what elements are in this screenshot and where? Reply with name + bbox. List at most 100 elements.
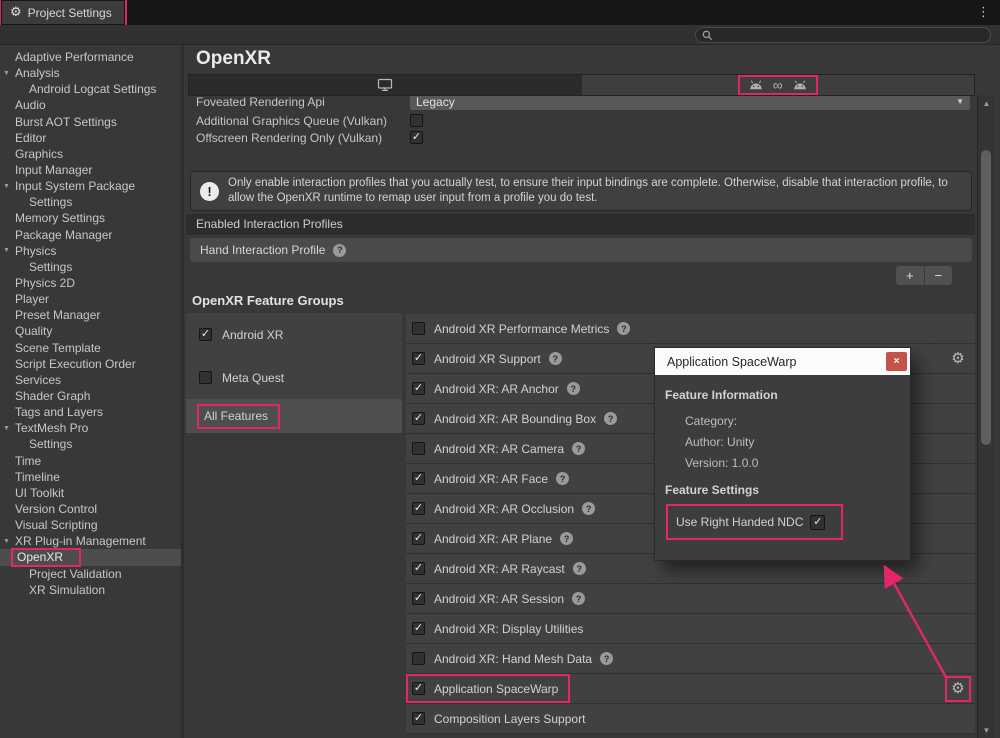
kebab-menu-icon[interactable]: ⋮ xyxy=(977,4,990,20)
feature-settings-button[interactable]: ⚙ xyxy=(945,346,971,372)
sidebar-item[interactable]: ▼ Analysis xyxy=(0,65,181,81)
sidebar-item[interactable]: ▼ Settings xyxy=(0,436,181,452)
feature-checkbox[interactable]: ✓ xyxy=(412,412,425,425)
feature-popup-title: Application SpaceWarp xyxy=(667,355,796,369)
help-icon[interactable]: ? xyxy=(560,532,573,545)
feature-row[interactable]: ✓ Android XR: Hand Mesh Data ? ⚙ xyxy=(406,644,975,674)
help-icon[interactable]: ? xyxy=(600,652,613,665)
sidebar-item[interactable]: ▼ Visual Scripting xyxy=(0,517,181,533)
sidebar-item[interactable]: ▼ Settings xyxy=(0,259,181,275)
feature-checkbox[interactable]: ✓ xyxy=(412,652,425,665)
help-icon[interactable]: ? xyxy=(573,562,586,575)
sidebar-item[interactable]: ▼ Input Manager xyxy=(0,162,181,178)
sidebar-item[interactable]: ▼ Settings xyxy=(0,194,181,210)
sidebar-item[interactable]: ▼ Tags and Layers xyxy=(0,404,181,420)
hand-interaction-profile-row[interactable]: Hand Interaction Profile ? xyxy=(190,238,972,262)
feature-row[interactable]: ✓ Android XR: Display Utilities ? ⚙ xyxy=(406,614,975,644)
help-icon[interactable]: ? xyxy=(333,244,346,257)
sidebar-item[interactable]: ▼ Preset Manager xyxy=(0,307,181,323)
help-icon[interactable]: ? xyxy=(617,322,630,335)
sidebar-item[interactable]: ▼ Physics 2D xyxy=(0,275,181,291)
sidebar-item[interactable]: ▼ Physics xyxy=(0,243,181,259)
project-settings-tab[interactable]: ⚙ Project Settings xyxy=(2,1,124,24)
sidebar-item[interactable]: ▼ Quality xyxy=(0,323,181,339)
help-icon[interactable]: ? xyxy=(556,472,569,485)
use-right-handed-ndc-checkbox[interactable]: ✓ xyxy=(810,515,825,530)
sidebar-item[interactable]: ▼ TextMesh Pro xyxy=(0,420,181,436)
scrollbar-thumb[interactable] xyxy=(981,150,991,445)
feature-checkbox[interactable]: ✓ xyxy=(412,352,425,365)
feature-row[interactable]: ✓ Application SpaceWarp ? ⚙ xyxy=(406,674,975,704)
feature-group-row[interactable]: ✓ All Features xyxy=(186,399,402,433)
sidebar-item[interactable]: ▼ Time xyxy=(0,453,181,469)
tab-android-xr[interactable]: ∞ xyxy=(582,75,975,95)
sidebar-item[interactable]: ▼ UI Toolkit xyxy=(0,485,181,501)
feature-row[interactable]: ✓ Android XR: AR Session ? ⚙ xyxy=(406,584,975,614)
help-icon[interactable]: ? xyxy=(582,502,595,515)
expander-icon[interactable]: ▼ xyxy=(3,538,15,545)
sidebar-item[interactable]: ▼ Project Validation xyxy=(0,566,181,582)
feature-checkbox[interactable]: ✓ xyxy=(412,712,425,725)
feature-row[interactable]: ✓ Composition Layers Support ? ⚙ xyxy=(406,704,975,734)
feature-settings-button[interactable]: ⚙ xyxy=(945,676,971,702)
feature-checkbox[interactable]: ✓ xyxy=(412,382,425,395)
sidebar-item[interactable]: ▼ Audio xyxy=(0,97,181,113)
feature-checkbox[interactable]: ✓ xyxy=(412,682,425,695)
sidebar-item[interactable]: ▼ Services xyxy=(0,372,181,388)
sidebar-item[interactable]: ▼ Shader Graph xyxy=(0,388,181,404)
check-icon: ✓ xyxy=(412,132,421,143)
close-button[interactable]: × xyxy=(886,352,907,371)
sidebar-item-label: Project Validation xyxy=(15,567,122,581)
scroll-down-icon[interactable]: ▼ xyxy=(978,724,995,736)
feature-checkbox[interactable]: ✓ xyxy=(412,322,425,335)
feature-checkbox[interactable]: ✓ xyxy=(412,502,425,515)
feature-checkbox[interactable]: ✓ xyxy=(412,592,425,605)
sidebar-item[interactable]: ▼ XR Plug-in Management xyxy=(0,533,181,549)
feature-author: Author: Unity xyxy=(685,435,754,449)
help-icon[interactable]: ? xyxy=(549,352,562,365)
sidebar-item[interactable]: ▼ Adaptive Performance xyxy=(0,49,181,65)
feature-row[interactable]: ✓ Android XR Performance Metrics ? ⚙ xyxy=(406,314,975,344)
tab-standalone[interactable] xyxy=(189,75,582,95)
add-profile-button[interactable]: + xyxy=(896,266,925,285)
sidebar-item[interactable]: ▼ OpenXR xyxy=(0,549,181,565)
sidebar-item[interactable]: ▼ Player xyxy=(0,291,181,307)
feature-checkbox[interactable]: ✓ xyxy=(412,472,425,485)
help-icon[interactable]: ? xyxy=(572,592,585,605)
sidebar-item[interactable]: ▼ Burst AOT Settings xyxy=(0,114,181,130)
vertical-scrollbar[interactable]: ▲ ▼ xyxy=(977,95,994,738)
offscreen-rendering-checkbox[interactable]: ✓ xyxy=(410,131,423,144)
sidebar-item[interactable]: ▼ XR Simulation xyxy=(0,582,181,598)
sidebar-item[interactable]: ▼ Android Logcat Settings xyxy=(0,81,181,97)
additional-graphics-queue-checkbox[interactable]: ✓ xyxy=(410,114,423,127)
help-icon[interactable]: ? xyxy=(572,442,585,455)
feature-group-checkbox[interactable]: ✓ xyxy=(199,371,212,384)
feature-group-checkbox[interactable]: ✓ xyxy=(199,328,212,341)
sidebar-item[interactable]: ▼ Graphics xyxy=(0,146,181,162)
sidebar-item[interactable]: ▼ Version Control xyxy=(0,501,181,517)
sidebar-item[interactable]: ▼ Scene Template xyxy=(0,340,181,356)
sidebar-item[interactable]: ▼ Script Execution Order xyxy=(0,356,181,372)
sidebar-item[interactable]: ▼ Memory Settings xyxy=(0,210,181,226)
expander-icon[interactable]: ▼ xyxy=(3,183,15,190)
help-icon[interactable]: ? xyxy=(604,412,617,425)
sidebar-item[interactable]: ▼ Input System Package xyxy=(0,178,181,194)
sidebar-item[interactable]: ▼ Timeline xyxy=(0,469,181,485)
expander-icon[interactable]: ▼ xyxy=(3,425,15,432)
expander-icon[interactable]: ▼ xyxy=(3,70,15,77)
feature-checkbox[interactable]: ✓ xyxy=(412,562,425,575)
remove-profile-button[interactable]: − xyxy=(925,266,953,285)
feature-checkbox[interactable]: ✓ xyxy=(412,622,425,635)
feature-checkbox[interactable]: ✓ xyxy=(412,532,425,545)
help-icon[interactable]: ? xyxy=(567,382,580,395)
feature-group-row[interactable]: ✓ Meta Quest xyxy=(186,356,402,399)
search-input[interactable] xyxy=(695,27,991,43)
foveated-rendering-select[interactable]: Legacy ▼ xyxy=(410,96,970,110)
sidebar-item[interactable]: ▼ Package Manager xyxy=(0,227,181,243)
expander-icon[interactable]: ▼ xyxy=(3,247,15,254)
scroll-up-icon[interactable]: ▲ xyxy=(978,97,995,109)
feature-group-row[interactable]: ✓ Android XR xyxy=(186,313,402,356)
check-icon: ✓ xyxy=(414,593,423,604)
sidebar-item[interactable]: ▼ Editor xyxy=(0,130,181,146)
feature-checkbox[interactable]: ✓ xyxy=(412,442,425,455)
